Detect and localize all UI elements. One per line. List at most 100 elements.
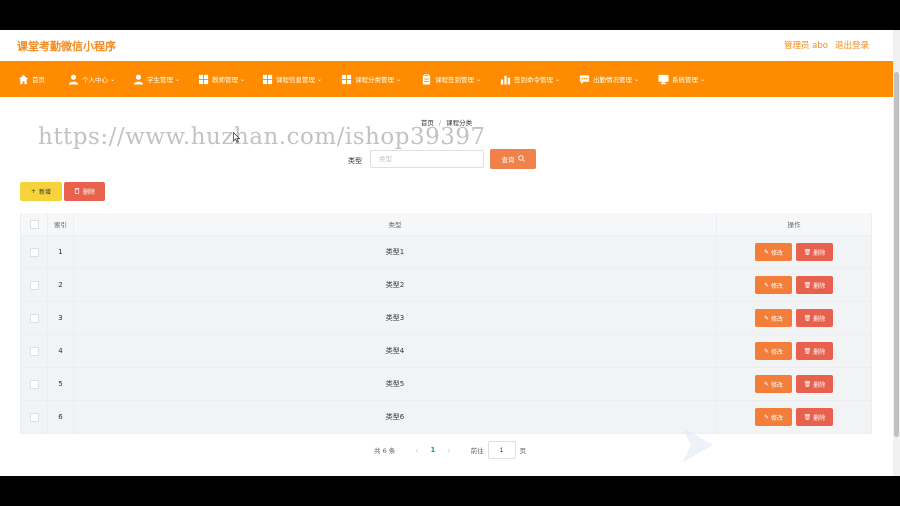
table-row: 5 类型5 ✎ 修改 🗑 删除 bbox=[21, 368, 871, 401]
nav-label: 出勤情况管理 bbox=[593, 76, 632, 84]
row-checkbox[interactable] bbox=[29, 280, 39, 290]
row-actions: ✎ 修改 🗑 删除 bbox=[717, 302, 871, 334]
edit-button[interactable]: ✎ 修改 bbox=[755, 243, 792, 261]
chevron-down-icon: ⌄ bbox=[634, 75, 640, 83]
nav-system-mgmt[interactable]: 系统管理 ⌄ bbox=[658, 61, 705, 97]
edit-button[interactable]: ✎ 修改 bbox=[755, 342, 792, 360]
user-icon bbox=[133, 74, 144, 85]
edit-icon: ✎ bbox=[763, 248, 769, 256]
delete-button[interactable]: 🗑 删除 bbox=[796, 408, 833, 426]
select-all-checkbox[interactable] bbox=[29, 219, 39, 229]
search-label: 类型 bbox=[348, 157, 362, 165]
header-ops: 操作 bbox=[787, 221, 801, 229]
delete-button[interactable]: 🗑 删除 bbox=[796, 309, 833, 327]
edit-button[interactable]: ✎ 修改 bbox=[755, 375, 792, 393]
nav-course-signin-mgmt[interactable]: 课程签到管理 ⌄ bbox=[421, 61, 481, 97]
row-type: 类型1 bbox=[74, 236, 717, 268]
plus-icon: + bbox=[30, 188, 36, 195]
chevron-down-icon: ⌄ bbox=[317, 75, 323, 83]
row-actions: ✎ 修改 🗑 删除 bbox=[717, 269, 871, 301]
nav-course-category-mgmt[interactable]: 课程分类管理 ⌄ bbox=[341, 61, 401, 97]
row-checkbox-cell bbox=[21, 368, 48, 400]
edit-button[interactable]: ✎ 修改 bbox=[755, 408, 792, 426]
delete-button[interactable]: 🗑 删除 bbox=[796, 342, 833, 360]
search-icon bbox=[517, 154, 525, 164]
delete-label: 删除 bbox=[813, 348, 826, 356]
row-actions: ✎ 修改 🗑 删除 bbox=[717, 368, 871, 400]
vertical-scrollbar[interactable] bbox=[893, 30, 900, 476]
edit-button[interactable]: ✎ 修改 bbox=[755, 309, 792, 327]
row-checkbox[interactable] bbox=[29, 379, 39, 389]
nav-label: 课程信息管理 bbox=[276, 76, 315, 84]
grid-icon bbox=[198, 74, 209, 85]
chevron-down-icon: ⌄ bbox=[476, 75, 482, 83]
delete-button[interactable]: 🗑 删除 bbox=[796, 243, 833, 261]
edit-label: 修改 bbox=[771, 315, 784, 323]
pagination: 共 6 条 ‹ 1 › 前往 页 bbox=[374, 441, 526, 459]
edit-label: 修改 bbox=[771, 381, 784, 389]
scrollbar-thumb[interactable] bbox=[894, 72, 899, 437]
pagination-total: 共 6 条 bbox=[374, 447, 396, 455]
top-bar: 课堂考勤微信小程序 管理员 abo 退出登录 bbox=[0, 30, 893, 61]
row-checkbox[interactable] bbox=[29, 346, 39, 356]
nav-label: 签到命令管理 bbox=[514, 76, 553, 84]
trash-icon: 🗑 bbox=[803, 248, 812, 256]
row-checkbox[interactable] bbox=[29, 247, 39, 257]
monitor-icon bbox=[658, 74, 669, 85]
nav-label: 个人中心 bbox=[82, 76, 108, 84]
edit-label: 修改 bbox=[771, 348, 784, 356]
row-index: 4 bbox=[48, 335, 74, 367]
delete-label: 删除 bbox=[813, 381, 826, 389]
search-button[interactable]: 查询 bbox=[490, 149, 536, 169]
nav-label: 系统管理 bbox=[672, 76, 698, 84]
row-index: 1 bbox=[48, 236, 74, 268]
nav-teacher-mgmt[interactable]: 教师管理 ⌄ bbox=[198, 61, 245, 97]
row-index: 3 bbox=[48, 302, 74, 334]
delete-button[interactable]: 🗑 删除 bbox=[796, 375, 833, 393]
page-unit-label: 页 bbox=[519, 447, 527, 455]
goto-page-input[interactable] bbox=[487, 441, 516, 459]
table-row: 4 类型4 ✎ 修改 🗑 删除 bbox=[21, 335, 871, 368]
trash-icon: 🗑 bbox=[803, 281, 812, 289]
nav-home[interactable]: 首页 bbox=[18, 61, 45, 97]
row-type: 类型3 bbox=[74, 302, 717, 334]
row-checkbox[interactable] bbox=[29, 412, 39, 422]
row-actions: ✎ 修改 🗑 删除 bbox=[717, 236, 871, 268]
nav-signin-command-mgmt[interactable]: 签到命令管理 ⌄ bbox=[500, 61, 560, 97]
row-checkbox[interactable] bbox=[29, 313, 39, 323]
nav-label: 首页 bbox=[32, 76, 45, 84]
type-search-input[interactable] bbox=[370, 150, 484, 168]
delete-label: 删除 bbox=[813, 249, 826, 257]
app-window: 课堂考勤微信小程序 管理员 abo 退出登录 首页 个人中心 ⌄ 学生管理 ⌄ 教师… bbox=[0, 30, 893, 476]
row-type: 类型6 bbox=[74, 401, 717, 433]
trash-icon: 🗑 bbox=[803, 380, 812, 388]
batch-delete-button[interactable]: 删除 bbox=[64, 182, 105, 201]
search-button-label: 查询 bbox=[501, 156, 515, 164]
nav-attendance-mgmt[interactable]: 出勤情况管理 ⌄ bbox=[579, 61, 639, 97]
category-table: 索引 类型 操作 1 类型1 ✎ 修改 🗑 删除 2 类型2 ✎ 修改 🗑 删除 3 bbox=[20, 213, 872, 434]
table-row: 6 类型6 ✎ 修改 🗑 删除 bbox=[21, 401, 871, 434]
user-icon bbox=[68, 74, 79, 85]
row-checkbox-cell bbox=[21, 302, 48, 334]
clipboard-icon bbox=[421, 73, 432, 85]
nav-student-mgmt[interactable]: 学生管理 ⌄ bbox=[133, 61, 180, 97]
next-page-icon[interactable]: › bbox=[447, 446, 450, 455]
prev-page-icon[interactable]: ‹ bbox=[415, 446, 418, 455]
edit-button[interactable]: ✎ 修改 bbox=[755, 276, 792, 294]
current-user[interactable]: 管理员 abo bbox=[784, 39, 828, 51]
nav-personal-center[interactable]: 个人中心 ⌄ bbox=[68, 61, 115, 97]
nav-label: 课程签到管理 bbox=[435, 76, 474, 84]
delete-button[interactable]: 🗑 删除 bbox=[796, 276, 833, 294]
add-button[interactable]: + 新增 bbox=[20, 182, 62, 201]
row-checkbox-cell bbox=[21, 236, 48, 268]
table-row: 2 类型2 ✎ 修改 🗑 删除 bbox=[21, 269, 871, 302]
nav-label: 教师管理 bbox=[212, 76, 238, 84]
select-all-cell bbox=[21, 213, 48, 235]
row-index: 2 bbox=[48, 269, 74, 301]
logout-link[interactable]: 退出登录 bbox=[835, 39, 869, 51]
page-number[interactable]: 1 bbox=[430, 446, 435, 454]
chevron-down-icon: ⌄ bbox=[175, 75, 181, 83]
edit-label: 修改 bbox=[771, 249, 784, 257]
nav-course-info-mgmt[interactable]: 课程信息管理 ⌄ bbox=[262, 61, 322, 97]
delete-label: 删除 bbox=[813, 282, 826, 290]
